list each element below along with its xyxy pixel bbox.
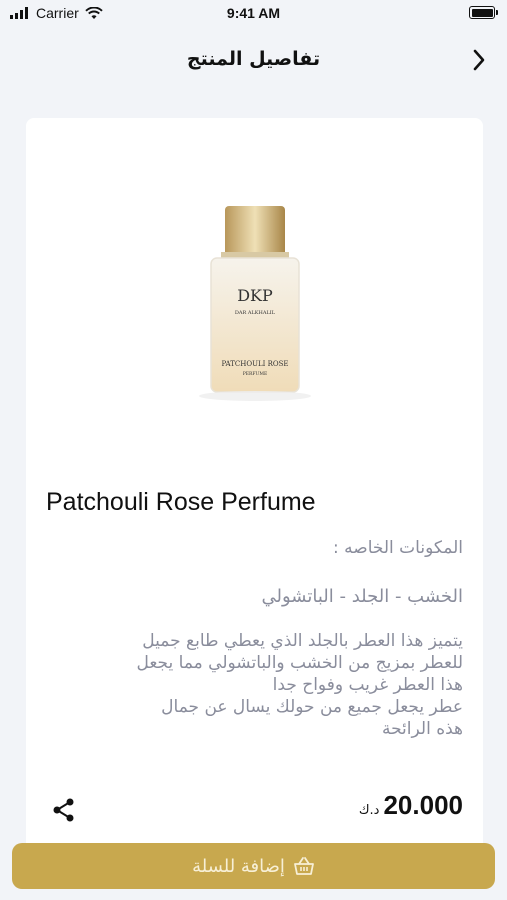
status-time: 9:41 AM bbox=[226, 5, 281, 21]
add-to-cart-button[interactable]: إضافة للسلة bbox=[12, 843, 495, 889]
share-button[interactable] bbox=[50, 796, 78, 824]
price: 20.000 د.ك bbox=[359, 790, 463, 821]
chevron-right-icon bbox=[473, 49, 485, 71]
share-icon bbox=[53, 798, 74, 822]
battery-icon bbox=[469, 6, 498, 19]
perfume-bottle-image: DKP DAR ALKHALIL PATCHOULI ROSE PERFUME bbox=[199, 206, 311, 401]
bottle-sublabel-text: PERFUME bbox=[243, 371, 268, 377]
price-value: 20.000 bbox=[383, 790, 463, 820]
bottle-subbrand-text: DAR ALKHALIL bbox=[235, 310, 276, 316]
bottle-label-text: PATCHOULI ROSE bbox=[221, 360, 288, 368]
product-name: Patchouli Rose Perfume bbox=[46, 488, 316, 516]
description-line: عطر يجعل جميع من حولك يسال عن جمال bbox=[161, 697, 463, 717]
back-button[interactable] bbox=[465, 46, 493, 74]
bottle-brand-text: DKP bbox=[237, 286, 273, 305]
page-title: تفاصيل المنتج bbox=[186, 48, 321, 70]
ingredients-value: الخشب - الجلد - الباتشولي bbox=[261, 586, 463, 607]
product-card: DKP DAR ALKHALIL PATCHOULI ROSE PERFUME … bbox=[26, 118, 483, 858]
description-line: هذا العطر غريب وفواح جدا bbox=[272, 675, 463, 695]
price-currency: د.ك bbox=[358, 803, 380, 818]
basket-icon bbox=[294, 857, 314, 875]
header: تفاصيل المنتج bbox=[0, 38, 507, 82]
product-description: يتميز هذا العطر بالجلد الذي يعطي طابع جم… bbox=[46, 630, 463, 740]
description-line: للعطر بمزيج من الخشب والباتشولي مما يجعل bbox=[136, 653, 463, 673]
description-line: هذه الرائحة bbox=[381, 719, 463, 739]
description-line: يتميز هذا العطر بالجلد الذي يعطي طابع جم… bbox=[142, 631, 463, 651]
product-image: DKP DAR ALKHALIL PATCHOULI ROSE PERFUME bbox=[141, 146, 369, 456]
add-to-cart-label: إضافة للسلة bbox=[192, 855, 285, 877]
status-bar: Carrier 9:41 AM bbox=[0, 0, 507, 30]
ingredients-label: المكونات الخاصه : bbox=[333, 538, 463, 558]
